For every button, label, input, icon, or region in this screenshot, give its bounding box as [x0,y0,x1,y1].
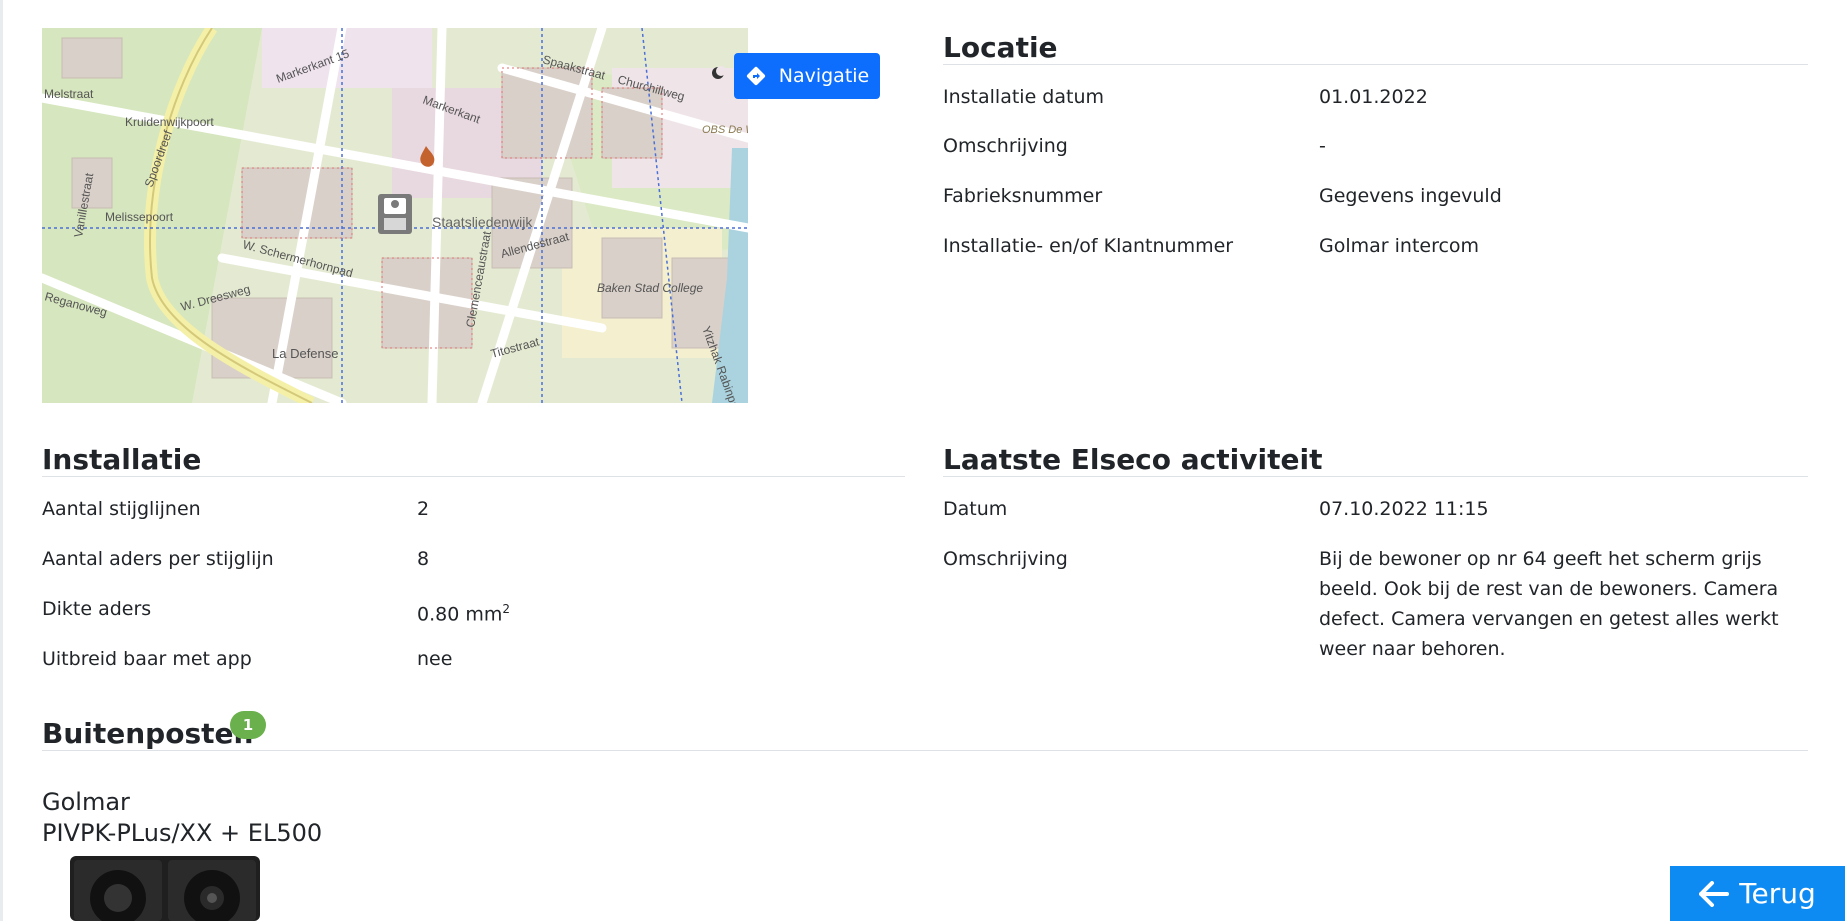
map-label: Staatsliedenwijk [432,214,533,230]
installatie-label: Uitbreid baar met app [42,648,252,670]
map-label: Melissepoort [105,210,174,224]
location-map[interactable]: Markerkant 15 Markerkant Spaakstraat Chu… [42,28,748,403]
installatie-value: 0.80 mm2 [417,594,510,629]
locatie-label: Installatie- en/of Klantnummer [943,235,1234,257]
installatie-label: Dikte aders [42,598,152,620]
section-divider [42,476,905,477]
navigation-label: Navigatie [778,65,870,87]
wire-thickness-value: 0.80 mm [417,603,503,626]
section-title-locatie: Locatie [943,31,1058,64]
arrow-left-icon [1699,880,1730,907]
map-label: OBS De Watertuin [702,124,748,136]
locatie-label: Omschrijving [943,135,1068,157]
installatie-label: Aantal stijglijnen [42,498,201,520]
map-label: Kruidenwijkpoort [125,115,214,129]
back-button-label: Terug [1739,877,1816,910]
section-title-installatie: Installatie [42,443,202,476]
product-model: PIVPK-PLus/XX + EL500 [42,819,323,847]
locatie-label: Fabrieksnummer [943,185,1103,207]
map-label: Baken Stad College [597,281,703,295]
product-image [70,856,260,921]
installatie-label: Aantal aders per stijglijn [42,548,274,570]
activiteit-label: Omschrijving [943,548,1068,570]
location-marker-icon [378,194,412,234]
scroll-edge [0,0,3,921]
section-divider [42,750,1808,751]
navigation-button[interactable]: Navigatie [734,53,880,99]
map-label: Melstraat [44,87,94,101]
section-divider [943,476,1808,477]
directions-icon [745,65,767,87]
buitenposten-count-badge: 1 [230,711,266,739]
map-label: La Defense [272,346,339,361]
section-title-buitenposten: Buitenposten [42,717,254,750]
locatie-value: Gegevens ingevuld [1319,185,1502,207]
section-divider [943,64,1808,65]
activiteit-description: Bij de bewoner op nr 64 geeft het scherm… [1319,548,1779,660]
activiteit-label: Datum [943,498,1008,520]
activiteit-value: 07.10.2022 11:15 [1319,498,1489,520]
installatie-value: nee [417,648,453,670]
locatie-value: - [1319,135,1326,157]
page: Markerkant 15 Markerkant Spaakstraat Chu… [0,0,1845,921]
unit-superscript: 2 [502,602,511,616]
product-brand: Golmar [42,788,130,816]
locatie-value: 01.01.2022 [1319,86,1428,108]
locatie-label: Installatie datum [943,86,1104,108]
section-title-activiteit: Laatste Elseco activiteit [943,443,1323,476]
locatie-value: Golmar intercom [1319,235,1480,257]
installatie-value: 8 [417,548,430,570]
installatie-value: 2 [417,498,430,520]
back-button[interactable]: Terug [1670,866,1845,921]
